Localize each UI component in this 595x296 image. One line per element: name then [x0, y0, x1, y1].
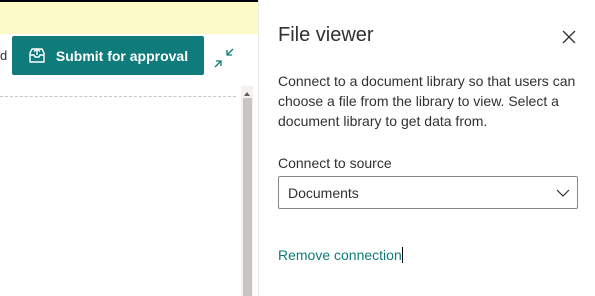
source-dropdown-value: Documents	[288, 185, 359, 201]
editor-pane: d Submit for approval	[0, 0, 258, 296]
panel-description: Connect to a document library so that us…	[278, 73, 576, 129]
collapse-icon[interactable]	[213, 47, 235, 69]
source-dropdown[interactable]: Documents	[278, 176, 578, 209]
connect-source-label: Connect to source	[278, 155, 392, 171]
submit-for-approval-button[interactable]: Submit for approval	[12, 36, 204, 75]
approval-send-icon	[28, 47, 46, 65]
remove-connection-label: Remove connection	[278, 247, 402, 263]
submit-button-label: Submit for approval	[55, 47, 189, 64]
canvas-dashed-border	[0, 96, 236, 97]
scrollbar-thumb[interactable]	[243, 98, 252, 296]
top-border	[0, 0, 258, 2]
chevron-down-icon	[556, 186, 570, 200]
property-panel: File viewer Connect to a document librar…	[259, 0, 595, 296]
close-icon[interactable]	[561, 29, 577, 45]
text-cursor	[401, 247, 403, 263]
scroll-up-arrow-icon[interactable]	[241, 86, 253, 96]
remove-connection-link[interactable]: Remove connection	[278, 247, 403, 263]
notification-banner	[0, 0, 258, 34]
panel-title: File viewer	[278, 24, 374, 46]
clipped-toolbar-text: d	[0, 48, 8, 63]
